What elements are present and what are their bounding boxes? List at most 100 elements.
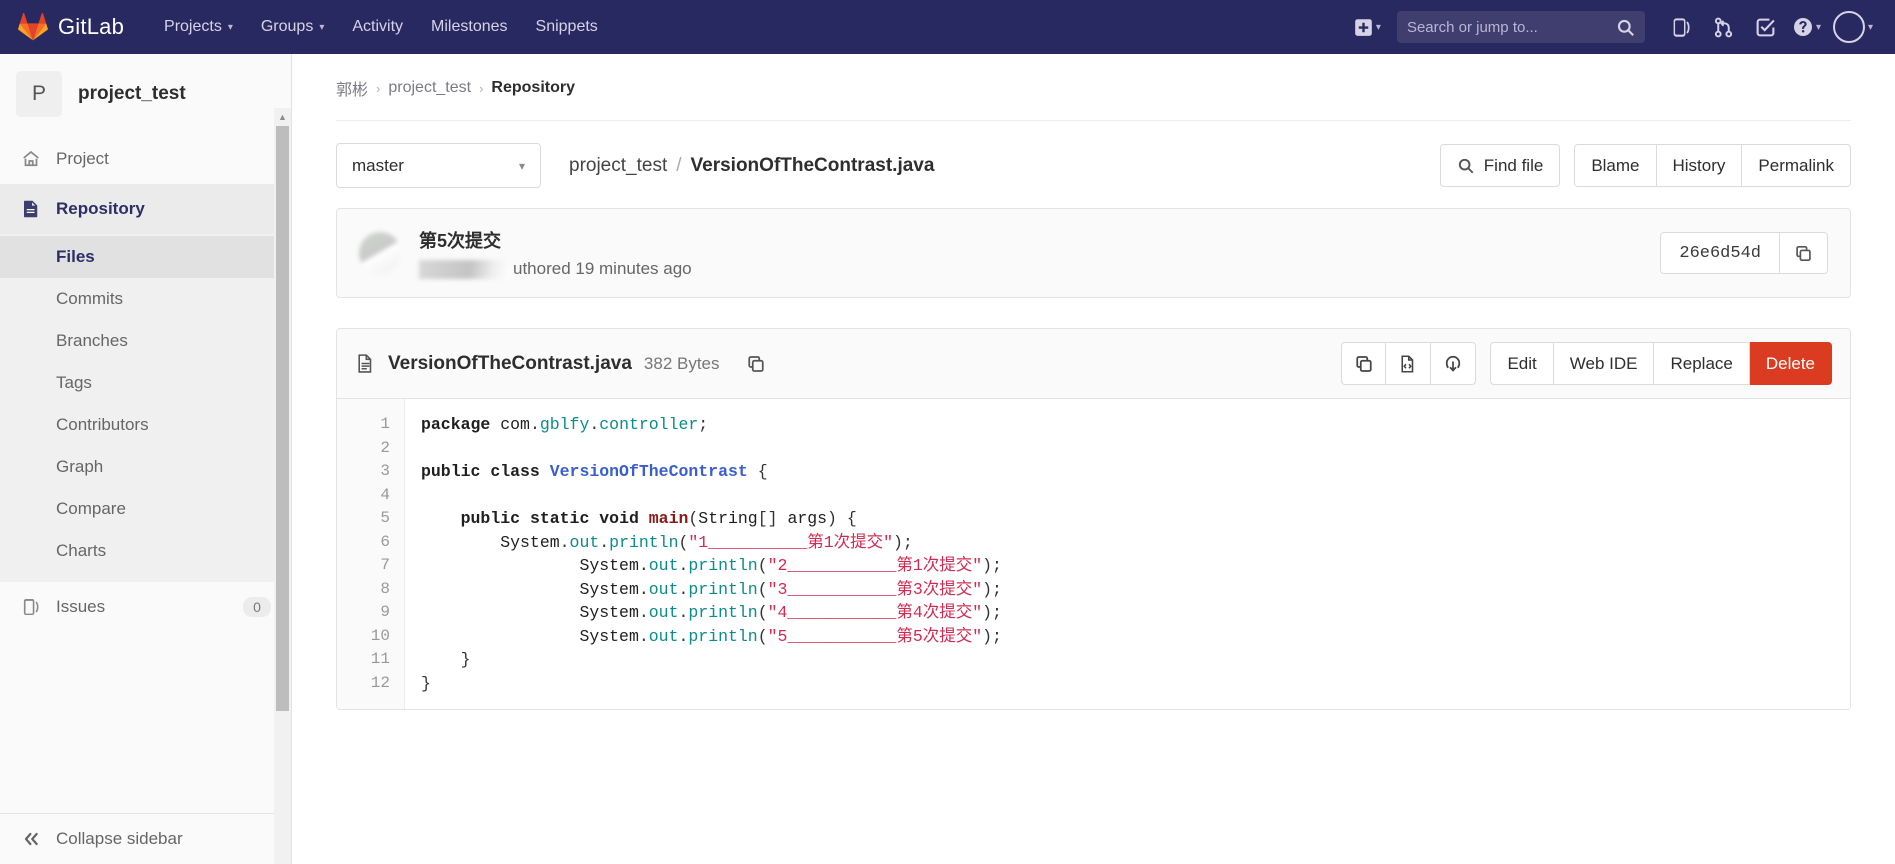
file-viewer-header: VersionOfTheContrast.java 382 Bytes Edit… xyxy=(337,329,1850,399)
web-ide-button[interactable]: Web IDE xyxy=(1553,342,1655,385)
open-raw-button[interactable] xyxy=(1386,342,1432,385)
branch-selector[interactable]: master ▾ xyxy=(336,143,541,188)
sidebar-subitem-charts[interactable]: Charts xyxy=(0,530,291,572)
nav-link-groups[interactable]: Groups ▾ xyxy=(247,10,339,44)
line-number-gutter: 1 2 3 4 5 6 7 8 9 10 11 12 xyxy=(337,399,405,709)
search-box[interactable] xyxy=(1396,11,1645,43)
collapse-sidebar-row: Collapse sidebar xyxy=(0,813,291,864)
history-button[interactable]: History xyxy=(1656,144,1743,187)
commit-sha[interactable]: 26e6d54d xyxy=(1660,232,1780,274)
branch-selector-label: master xyxy=(352,155,404,175)
brand-label: GitLab xyxy=(58,14,125,39)
commit-author-name-redacted xyxy=(419,259,511,279)
sidebar-item-issues[interactable]: Issues 0 xyxy=(0,582,291,632)
breadcrumb-item-owner[interactable]: 郭彬 xyxy=(336,76,368,100)
new-item-dropdown[interactable]: ▾ xyxy=(1350,18,1385,37)
home-icon xyxy=(20,148,42,170)
permalink-button[interactable]: Permalink xyxy=(1742,144,1851,187)
sidebar-subitem-contributors[interactable]: Contributors xyxy=(0,404,291,446)
code-line: package com.gblfy.controller; xyxy=(421,415,709,434)
replace-button[interactable]: Replace xyxy=(1654,342,1750,385)
scrollbar-thumb[interactable] xyxy=(276,126,289,711)
collapse-sidebar-label: Collapse sidebar xyxy=(56,829,183,848)
commit-author-avatar xyxy=(359,232,401,274)
nav-link-projects[interactable]: Projects ▾ xyxy=(150,10,247,44)
download-button[interactable] xyxy=(1431,342,1477,385)
code-line: System.out.println("5___________第5次提交"); xyxy=(579,626,1002,646)
gitlab-logo-icon xyxy=(18,12,48,41)
copy-contents-button[interactable] xyxy=(1341,342,1387,385)
help-dropdown[interactable]: ▾ xyxy=(1789,17,1825,37)
user-menu[interactable]: ▾ xyxy=(1829,11,1877,43)
code-line: } xyxy=(421,650,471,669)
document-icon xyxy=(358,354,372,373)
avatar xyxy=(1832,11,1865,43)
chevron-down-icon: ▾ xyxy=(1815,21,1821,33)
edit-button[interactable]: Edit xyxy=(1490,342,1554,385)
find-file-button[interactable]: Find file xyxy=(1439,144,1561,187)
navbar-right: ▾ Search or jump to... ▾ ▾ xyxy=(1350,8,1877,46)
collapse-sidebar-button[interactable]: Collapse sidebar xyxy=(0,814,291,864)
merge-requests-nav-button[interactable] xyxy=(1705,8,1743,46)
sidebar-scrollbar[interactable]: ▲ xyxy=(274,108,291,864)
last-commit-panel: 第5次提交 uthored 19 minutes ago 26e6d54d xyxy=(336,208,1851,298)
find-file-label: Find file xyxy=(1483,155,1544,175)
breadcrumb-separator: › xyxy=(376,80,381,96)
project-avatar: P xyxy=(16,71,62,117)
sidebar-item-issues-label: Issues xyxy=(56,597,106,616)
sidebar-project-header[interactable]: P project_test xyxy=(0,54,291,134)
sidebar-item-project-label: Project xyxy=(56,149,109,168)
nav-link-snippets[interactable]: Snippets xyxy=(522,10,612,44)
breadcrumb-separator: › xyxy=(479,80,484,96)
help-icon xyxy=(1793,18,1812,36)
gitlab-brand[interactable]: GitLab xyxy=(18,12,124,42)
issues-icon xyxy=(20,596,42,618)
chevron-down-icon: ▾ xyxy=(227,21,233,33)
file-toolbar-actions: Find file Blame History Permalink xyxy=(1439,144,1851,187)
sidebar-item-repository[interactable]: Repository xyxy=(0,184,291,234)
sidebar-subitem-commits[interactable]: Commits xyxy=(0,278,291,320)
file-viewer-name: VersionOfTheContrast.java xyxy=(388,352,632,374)
copy-commit-sha-button[interactable] xyxy=(1780,232,1828,274)
sidebar-subitem-compare[interactable]: Compare xyxy=(0,488,291,530)
issues-nav-button[interactable] xyxy=(1663,8,1701,46)
line-number: 9 xyxy=(380,603,390,621)
search-input[interactable] xyxy=(1406,18,1616,36)
nav-link-activity[interactable]: Activity xyxy=(338,10,417,44)
delete-button[interactable]: Delete xyxy=(1749,342,1832,385)
commit-sha-group: 26e6d54d xyxy=(1660,232,1828,274)
file-path-dir[interactable]: project_test xyxy=(569,155,667,177)
double-chevron-left-icon xyxy=(20,828,42,850)
copy-icon xyxy=(1796,245,1811,261)
todos-nav-button[interactable] xyxy=(1747,8,1785,46)
chevron-down-icon: ▾ xyxy=(1375,21,1381,33)
sidebar-subitem-tags[interactable]: Tags xyxy=(0,362,291,404)
code-line: System.out.println("2___________第1次提交"); xyxy=(579,556,1002,575)
line-number: 1 xyxy=(380,415,390,433)
file-path: project_test / VersionOfTheContrast.java xyxy=(569,155,934,177)
code-content[interactable]: package com.gblfy.controller; public cla… xyxy=(405,399,1850,709)
line-number: 11 xyxy=(370,650,390,668)
sidebar-subitem-files[interactable]: Files xyxy=(0,236,291,278)
line-number: 5 xyxy=(380,509,390,527)
code-line: public static void main(String[] args) { xyxy=(460,509,857,528)
blame-button[interactable]: Blame xyxy=(1574,144,1657,187)
nav-link-groups-label: Groups xyxy=(260,18,314,35)
raw-file-icon xyxy=(1401,354,1414,373)
code-viewer: 1 2 3 4 5 6 7 8 9 10 11 12 package com.gblfy.contro… xyxy=(337,399,1850,709)
copy-file-path-button[interactable] xyxy=(746,354,766,374)
line-number: 7 xyxy=(380,556,390,574)
breadcrumb-item-project[interactable]: project_test xyxy=(388,79,471,97)
commit-message[interactable]: 第5次提交 xyxy=(419,227,692,253)
file-path-separator: / xyxy=(676,154,682,176)
breadcrumb-item-repository: Repository xyxy=(491,79,575,96)
nav-link-milestones[interactable]: Milestones xyxy=(417,10,521,44)
sidebar-subitem-graph[interactable]: Graph xyxy=(0,446,291,488)
project-sidebar: P project_test Project Repository Files … xyxy=(0,54,292,864)
document-icon xyxy=(20,198,42,220)
sidebar-subitem-branches[interactable]: Branches xyxy=(0,320,291,362)
scroll-up-arrow-icon[interactable]: ▲ xyxy=(274,108,291,126)
sidebar-item-project[interactable]: Project xyxy=(0,134,291,184)
file-viewer: VersionOfTheContrast.java 382 Bytes Edit… xyxy=(336,328,1851,710)
